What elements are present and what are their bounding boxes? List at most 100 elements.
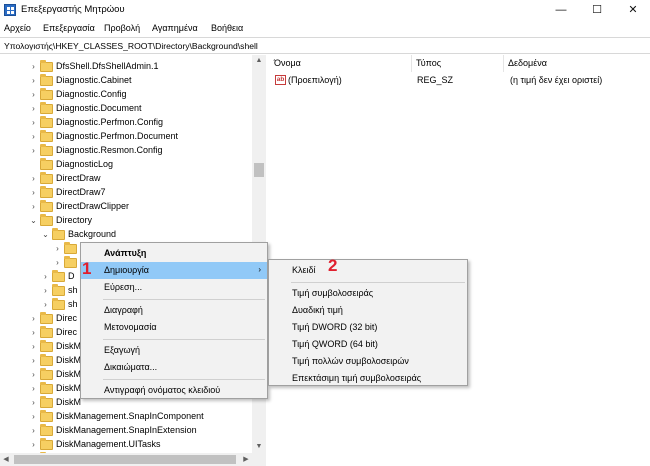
tree-item-label: Diagnostic.Cabinet [56, 75, 132, 85]
submenu-item-multi-string-value[interactable]: Τιμή πολλών συμβολοσειρών [269, 353, 467, 370]
tree-item-label: Diagnostic.Document [56, 103, 142, 113]
tree-item[interactable]: › Diagnostic.Perfmon.Config [0, 116, 252, 130]
folder-icon [64, 242, 77, 254]
folder-icon [40, 116, 53, 128]
folder-icon [40, 130, 53, 142]
column-type[interactable]: Τύπος [412, 55, 504, 72]
tree-item[interactable]: › Diagnostic.Config [0, 88, 252, 102]
menu-item-new[interactable]: Δημιουργία › [81, 262, 267, 279]
expand-chevron-icon[interactable]: › [29, 355, 38, 367]
tree-item[interactable]: › DfsShell.DfsShellAdmin.1 [0, 60, 252, 74]
tree-item[interactable]: › DirectDraw7 [0, 186, 252, 200]
expand-chevron-icon[interactable]: › [29, 425, 38, 437]
tree-item[interactable]: › DiskManagement.SnapInExtension [0, 424, 252, 438]
expand-chevron-icon[interactable]: › [53, 257, 62, 269]
tree-hscroll-thumb[interactable] [14, 455, 236, 464]
expand-chevron-icon[interactable]: › [29, 439, 38, 451]
scroll-left-icon[interactable]: ◀ [0, 453, 12, 466]
menu-item-delete[interactable]: Διαγραφή [81, 302, 267, 319]
collapse-chevron-icon[interactable]: ⌄ [41, 229, 50, 241]
title-bar: Επεξεργαστής Μητρώου — ☐ ✕ [0, 0, 650, 20]
scroll-right-icon[interactable]: ▶ [240, 453, 252, 466]
folder-icon [40, 200, 53, 212]
expand-chevron-icon[interactable]: › [29, 61, 38, 73]
scroll-down-icon[interactable]: ▼ [252, 441, 266, 453]
tree-item[interactable]: › Diagnostic.Perfmon.Document [0, 130, 252, 144]
expand-chevron-icon[interactable] [29, 159, 38, 171]
folder-icon [52, 298, 65, 310]
tree-item[interactable]: › Diagnostic.Cabinet [0, 74, 252, 88]
expand-chevron-icon[interactable]: › [29, 145, 38, 157]
tree-item[interactable]: ⌄ Background [0, 228, 252, 242]
expand-chevron-icon[interactable]: › [29, 89, 38, 101]
menu-item-rename[interactable]: Μετονομασία [81, 319, 267, 336]
tree-scroll-thumb[interactable] [254, 163, 264, 177]
menu-favorites[interactable]: Αγαπημένα [152, 23, 198, 33]
menu-file[interactable]: Αρχείο [4, 23, 31, 33]
collapse-chevron-icon[interactable]: ⌄ [29, 215, 38, 227]
expand-chevron-icon[interactable]: › [53, 243, 62, 255]
menu-help[interactable]: Βοήθεια [211, 23, 243, 33]
submenu-item-qword-value[interactable]: Τιμή QWORD (64 bit) [269, 336, 467, 353]
tree-item-label: DiskM [56, 383, 81, 393]
menu-item-expand[interactable]: Ανάπτυξη [81, 245, 267, 262]
folder-icon [40, 354, 53, 366]
address-bar[interactable]: Υπολογιστής\HKEY_CLASSES_ROOT\Directory\… [0, 37, 650, 54]
menu-item-copy-key-name[interactable]: Αντιγραφή ονόματος κλειδιού [81, 382, 267, 399]
tree-item-label: DiskM [56, 397, 81, 407]
menu-item-find[interactable]: Εύρεση... [81, 279, 267, 296]
expand-chevron-icon[interactable]: › [29, 173, 38, 185]
expand-chevron-icon[interactable]: › [29, 313, 38, 325]
new-submenu: Κλειδί Τιμή συμβολοσειράς Δυαδική τιμή Τ… [268, 259, 468, 386]
tree-item-label: DirectDrawClipper [56, 201, 130, 211]
expand-chevron-icon[interactable]: › [29, 369, 38, 381]
folder-icon [40, 214, 53, 226]
minimize-button[interactable]: — [543, 0, 579, 20]
expand-chevron-icon[interactable]: › [41, 299, 50, 311]
maximize-button[interactable]: ☐ [579, 0, 615, 20]
folder-icon [52, 284, 65, 296]
column-data[interactable]: Δεδομένα [504, 55, 650, 72]
folder-icon [40, 144, 53, 156]
expand-chevron-icon[interactable]: › [29, 103, 38, 115]
tree-item-label: DirectDraw7 [56, 187, 106, 197]
expand-chevron-icon[interactable]: › [29, 117, 38, 129]
menu-edit[interactable]: Επεξεργασία [43, 23, 95, 33]
value-row-default[interactable]: ab (Προεπιλογή) REG_SZ (η τιμή δεν έχει … [270, 73, 650, 87]
menu-item-permissions[interactable]: Δικαιώματα... [81, 359, 267, 376]
menu-view[interactable]: Προβολή [104, 23, 140, 33]
tree-horizontal-scrollbar[interactable]: ◀ ▶ [0, 453, 266, 466]
tree-item-label: Diagnostic.Perfmon.Document [56, 131, 179, 141]
tree-item[interactable]: › Diagnostic.Document [0, 102, 252, 116]
tree-item[interactable]: › DiskManagement.SnapInComponent [0, 410, 252, 424]
tree-item[interactable]: DiagnosticLog [0, 158, 252, 172]
tree-item[interactable]: › DirectDraw [0, 172, 252, 186]
tree-item[interactable]: › DirectDrawClipper [0, 200, 252, 214]
scroll-up-icon[interactable]: ▲ [252, 55, 266, 67]
tree-item[interactable]: › DiskManagement.UITasks [0, 438, 252, 452]
submenu-item-string-value[interactable]: Τιμή συμβολοσειράς [269, 285, 467, 302]
tree-item[interactable]: ⌄ Directory [0, 214, 252, 228]
expand-chevron-icon[interactable]: › [29, 397, 38, 409]
expand-chevron-icon[interactable]: › [29, 411, 38, 423]
expand-chevron-icon[interactable]: › [29, 75, 38, 87]
menu-item-export[interactable]: Εξαγωγή [81, 342, 267, 359]
expand-chevron-icon[interactable]: › [29, 341, 38, 353]
close-button[interactable]: ✕ [615, 0, 650, 20]
folder-icon [40, 102, 53, 114]
column-name[interactable]: Όνομα [270, 55, 412, 72]
expand-chevron-icon[interactable]: › [29, 383, 38, 395]
expand-chevron-icon[interactable]: › [29, 131, 38, 143]
submenu-item-dword-value[interactable]: Τιμή DWORD (32 bit) [269, 319, 467, 336]
submenu-item-expandable-string-value[interactable]: Επεκτάσιμη τιμή συμβολοσειράς [269, 370, 467, 387]
folder-icon [64, 256, 77, 268]
expand-chevron-icon[interactable]: › [41, 285, 50, 297]
tree-item[interactable]: › Diagnostic.Resmon.Config [0, 144, 252, 158]
expand-chevron-icon[interactable]: › [41, 271, 50, 283]
expand-chevron-icon[interactable]: › [29, 187, 38, 199]
submenu-item-key[interactable]: Κλειδί [269, 262, 467, 279]
folder-icon [40, 424, 53, 436]
expand-chevron-icon[interactable]: › [29, 327, 38, 339]
submenu-item-binary-value[interactable]: Δυαδική τιμή [269, 302, 467, 319]
expand-chevron-icon[interactable]: › [29, 201, 38, 213]
